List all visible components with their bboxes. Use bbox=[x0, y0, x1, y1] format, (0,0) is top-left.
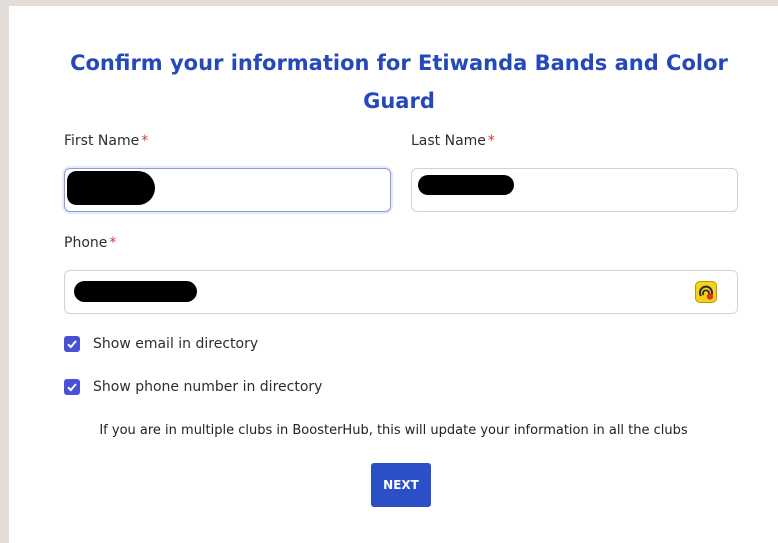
show-phone-label: Show phone number in directory bbox=[93, 379, 323, 395]
first-name-label: First Name * bbox=[64, 133, 149, 149]
required-marker: * bbox=[109, 235, 117, 251]
password-manager-glyph bbox=[699, 285, 714, 300]
redacted-value bbox=[74, 281, 197, 302]
first-name-input[interactable] bbox=[64, 168, 391, 212]
redacted-value bbox=[418, 175, 514, 195]
checkmark-icon bbox=[67, 340, 77, 349]
show-phone-row[interactable]: Show phone number in directory bbox=[64, 379, 322, 395]
multi-club-note: If you are in multiple clubs in BoosterH… bbox=[99, 423, 688, 438]
phone-input[interactable] bbox=[64, 270, 738, 314]
show-email-checkbox[interactable] bbox=[64, 336, 80, 352]
required-marker: * bbox=[141, 133, 149, 149]
next-button[interactable]: NEXT bbox=[371, 463, 431, 507]
page-title: Confirm your information for Etiwanda Ba… bbox=[70, 51, 728, 113]
phone-label: Phone * bbox=[64, 235, 117, 251]
password-manager-icon[interactable] bbox=[695, 281, 717, 303]
show-email-label: Show email in directory bbox=[93, 336, 259, 352]
show-email-row[interactable]: Show email in directory bbox=[64, 336, 258, 352]
form-card: Confirm your information for Etiwanda Ba… bbox=[9, 6, 778, 543]
show-phone-checkbox[interactable] bbox=[64, 379, 80, 395]
last-name-input[interactable] bbox=[411, 168, 738, 212]
redacted-value bbox=[67, 171, 155, 205]
required-marker: * bbox=[487, 133, 495, 149]
last-name-label: Last Name * bbox=[411, 133, 495, 149]
checkmark-icon bbox=[67, 383, 77, 392]
